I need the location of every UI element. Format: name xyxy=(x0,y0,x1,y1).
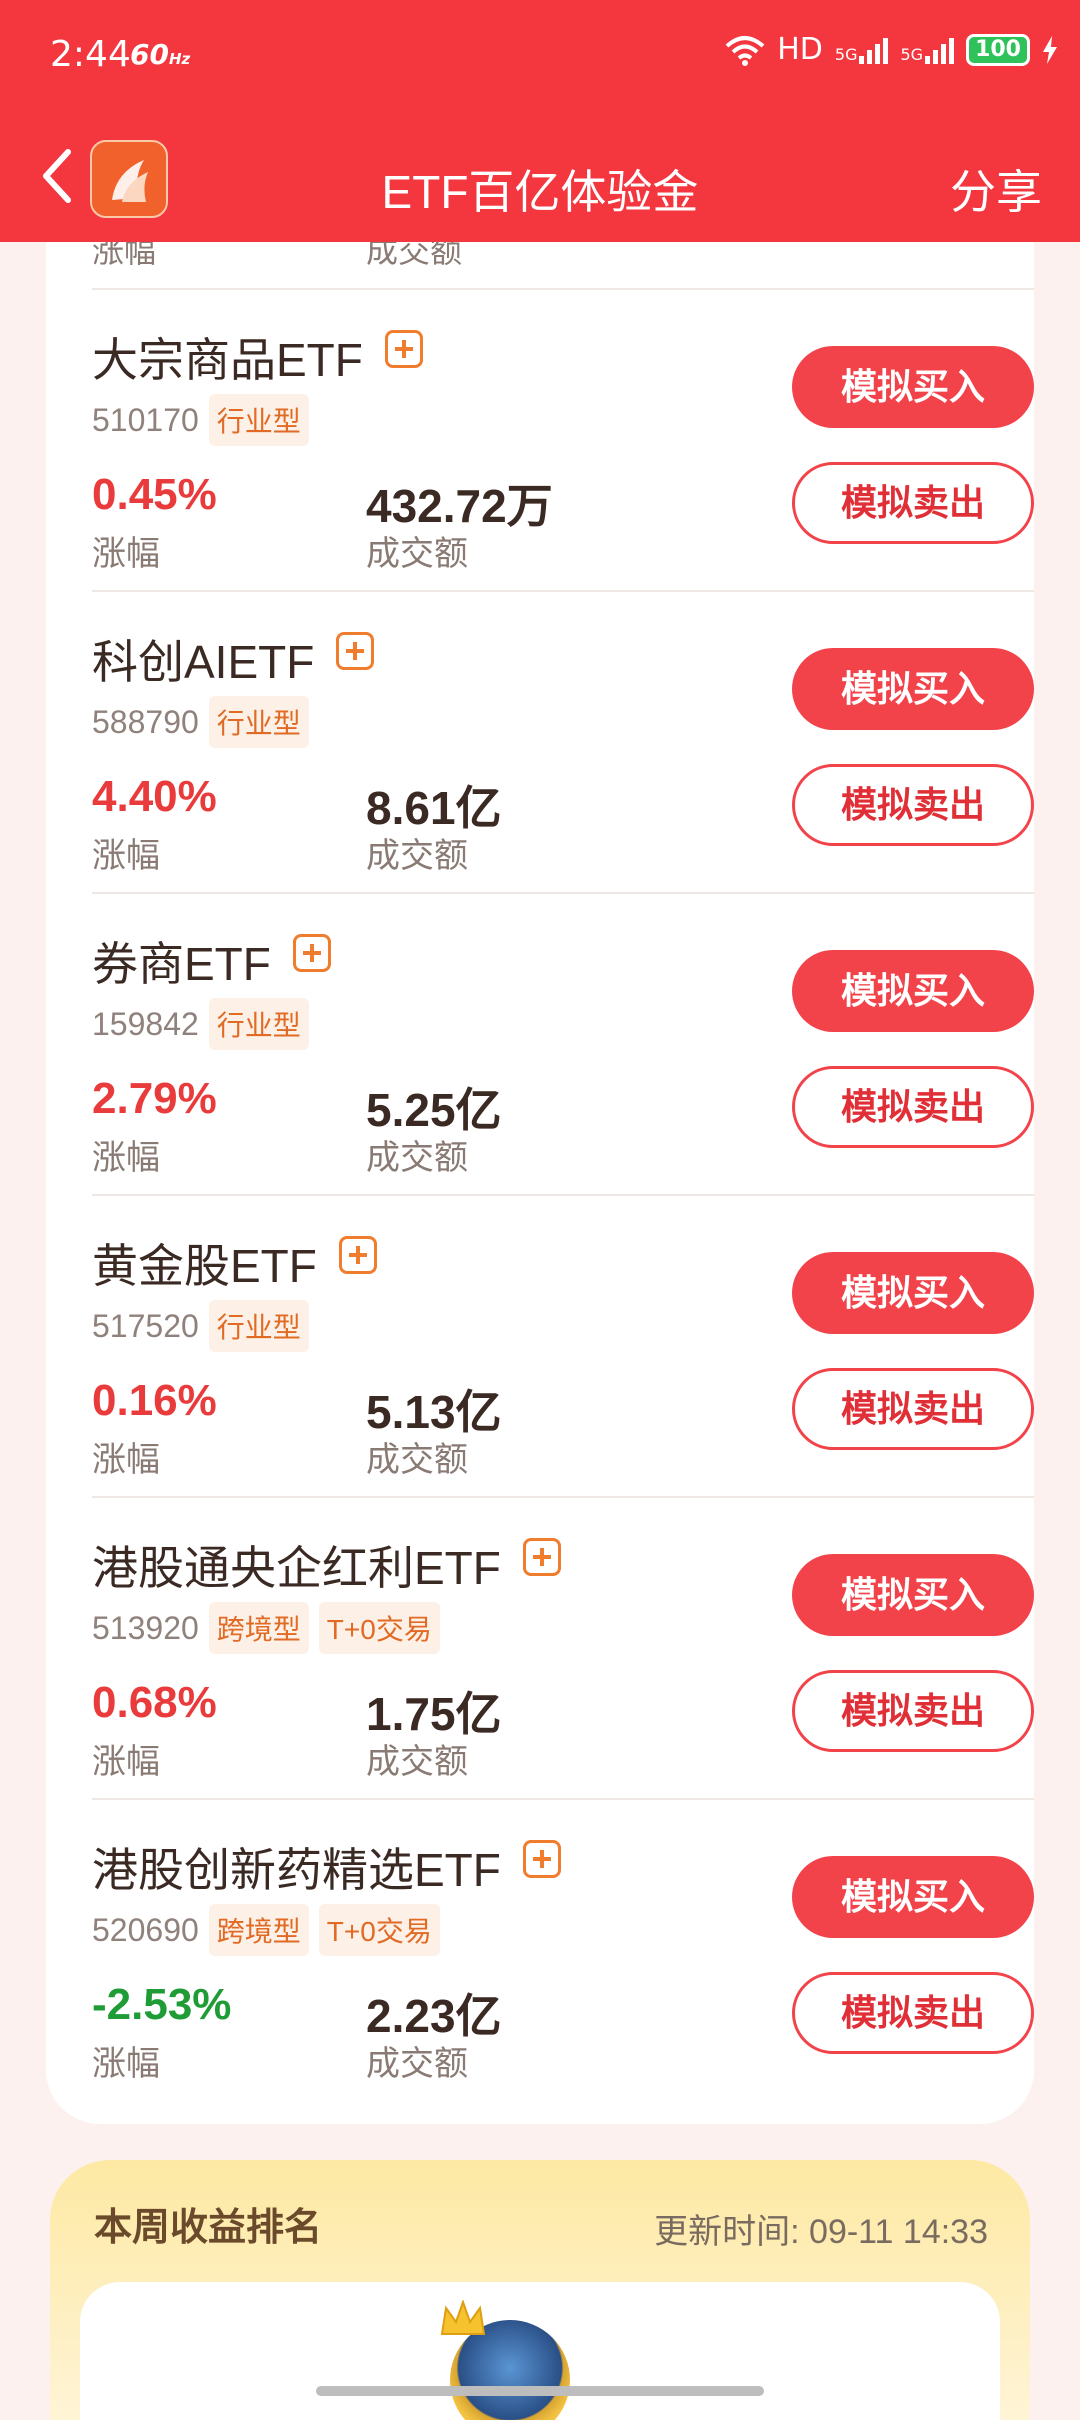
amount-label: 成交额 xyxy=(366,1139,468,1177)
amount-label: 成交额 xyxy=(366,1441,468,1479)
signal-icon xyxy=(925,36,955,64)
simulate-sell-button[interactable]: 模拟卖出 xyxy=(792,764,1034,846)
amount-label: 成交额 xyxy=(366,242,463,269)
ranking-title: 本周收益排名 xyxy=(94,2196,333,2257)
status-time: 2:44 xyxy=(50,34,131,75)
simulate-buy-button[interactable]: 模拟买入 xyxy=(792,648,1034,730)
simulate-buy-button[interactable]: 模拟买入 xyxy=(792,1554,1034,1636)
simulate-buy-button[interactable]: 模拟买入 xyxy=(792,950,1034,1032)
simulate-sell-button[interactable]: 模拟卖出 xyxy=(792,1066,1034,1148)
amount-label: 成交额 xyxy=(366,1743,468,1781)
etf-row: 券商ETF 159842 行业型 2.79% 涨幅 5.25亿 成交额 模拟买入 … xyxy=(92,892,1034,1196)
change-value: -2.53% xyxy=(92,1980,232,2029)
battery-icon: 100 xyxy=(966,33,1030,66)
simulate-sell-button[interactable]: 模拟卖出 xyxy=(792,1972,1034,2054)
etf-tag: 跨境型 xyxy=(208,1602,309,1654)
page-title: ETF百亿体验金 xyxy=(381,166,699,218)
change-label: 涨幅 xyxy=(92,535,160,573)
etf-code: 510170 xyxy=(92,401,199,438)
etf-code: 520690 xyxy=(92,1911,199,1948)
change-label: 涨幅 xyxy=(92,1139,160,1177)
etf-code-line: 159842 行业型 xyxy=(92,998,309,1050)
add-watchlist-icon[interactable] xyxy=(336,632,375,670)
amount-label: 成交额 xyxy=(366,2045,468,2083)
add-watchlist-icon[interactable] xyxy=(338,1236,377,1274)
etf-code-line: 513920 跨境型 T+0交易 xyxy=(92,1602,440,1654)
etf-tag: 行业型 xyxy=(208,696,309,748)
etf-row: 大宗商品ETF 510170 行业型 0.45% 涨幅 432.72万 成交额 模… xyxy=(92,288,1034,592)
add-watchlist-icon[interactable] xyxy=(292,934,331,972)
etf-row: 黄金股ETF 517520 行业型 0.16% 涨幅 5.13亿 成交额 模拟买入… xyxy=(92,1194,1034,1498)
etf-list-card: 涨幅 成交额 大宗商品ETF 510170 行业型 0.45% 涨幅 432.72… xyxy=(46,242,1034,2124)
wifi-icon xyxy=(725,35,765,66)
change-value: 2.79% xyxy=(92,1074,217,1123)
etf-code: 159842 xyxy=(92,1005,199,1042)
list-item: 涨幅 成交额 xyxy=(92,242,992,284)
signal-5g-2: 5G xyxy=(900,36,955,64)
etf-name[interactable]: 港股通央企红利ETF xyxy=(92,1532,561,1598)
change-label: 涨幅 xyxy=(92,1743,160,1781)
etf-tag: T+0交易 xyxy=(318,1602,440,1654)
refresh-rate: 60Hz xyxy=(130,38,191,71)
etf-tag: 行业型 xyxy=(208,998,309,1050)
change-value: 4.40% xyxy=(92,772,217,821)
charging-icon xyxy=(1043,35,1057,64)
etf-name[interactable]: 黄金股ETF xyxy=(92,1230,377,1296)
etf-name[interactable]: 大宗商品ETF xyxy=(92,324,423,390)
etf-code: 513920 xyxy=(92,1609,199,1646)
etf-code-line: 520690 跨境型 T+0交易 xyxy=(92,1904,440,1956)
add-watchlist-icon[interactable] xyxy=(522,1538,561,1576)
etf-name[interactable]: 券商ETF xyxy=(92,928,331,994)
weekly-ranking-section: 本周收益排名 更新时间: 09-11 14:33 xyxy=(50,2160,1030,2420)
etf-code-line: 517520 行业型 xyxy=(92,1300,309,1352)
simulate-sell-button[interactable]: 模拟卖出 xyxy=(792,1368,1034,1450)
etf-code: 588790 xyxy=(92,703,199,740)
etf-tag: 行业型 xyxy=(208,1300,309,1352)
nav-bar: ETF百亿体验金 分享 xyxy=(0,110,1080,242)
etf-code-line: 588790 行业型 xyxy=(92,696,309,748)
change-label: 涨幅 xyxy=(92,2045,160,2083)
etf-tag: 行业型 xyxy=(208,394,309,446)
etf-row: 港股创新药精选ETF 520690 跨境型 T+0交易 -2.53% 涨幅 2.23… xyxy=(92,1798,1034,2102)
signal-icon xyxy=(859,36,889,64)
etf-code: 517520 xyxy=(92,1307,199,1344)
simulate-buy-button[interactable]: 模拟买入 xyxy=(792,1856,1034,1938)
crown-icon xyxy=(440,2300,486,2335)
change-value: 0.68% xyxy=(92,1678,217,1727)
etf-name[interactable]: 科创AIETF xyxy=(92,626,375,692)
simulate-buy-button[interactable]: 模拟买入 xyxy=(792,1252,1034,1334)
simulate-sell-button[interactable]: 模拟卖出 xyxy=(792,1670,1034,1752)
add-watchlist-icon[interactable] xyxy=(384,330,423,368)
change-value: 0.16% xyxy=(92,1376,217,1425)
amount-label: 成交额 xyxy=(366,535,468,573)
share-button[interactable]: 分享 xyxy=(950,156,1042,222)
amount-label: 成交额 xyxy=(366,837,468,875)
signal-5g-1: 5G xyxy=(835,36,889,64)
etf-tag: 跨境型 xyxy=(208,1904,309,1956)
add-watchlist-icon[interactable] xyxy=(522,1840,561,1878)
status-icons: HD 5G 5G 100 xyxy=(725,32,1058,67)
simulate-buy-button[interactable]: 模拟买入 xyxy=(792,346,1034,428)
change-label: 涨幅 xyxy=(92,242,157,269)
simulate-sell-button[interactable]: 模拟卖出 xyxy=(792,462,1034,544)
change-label: 涨幅 xyxy=(92,1441,160,1479)
etf-tag: T+0交易 xyxy=(318,1904,440,1956)
status-bar: 2:44 60Hz HD 5G 5G 100 xyxy=(0,0,1080,110)
network-type: HD xyxy=(777,32,823,67)
etf-name[interactable]: 港股创新药精选ETF xyxy=(92,1834,561,1900)
home-indicator[interactable] xyxy=(316,2386,764,2396)
etf-row: 港股通央企红利ETF 513920 跨境型 T+0交易 0.68% 涨幅 1.75亿… xyxy=(92,1496,1034,1800)
etf-code-line: 510170 行业型 xyxy=(92,394,309,446)
update-time: 更新时间: 09-11 14:33 xyxy=(654,2213,988,2251)
change-value: 0.45% xyxy=(92,470,217,519)
etf-row: 科创AIETF 588790 行业型 4.40% 涨幅 8.61亿 成交额 模拟买… xyxy=(92,590,1034,894)
change-label: 涨幅 xyxy=(92,837,160,875)
